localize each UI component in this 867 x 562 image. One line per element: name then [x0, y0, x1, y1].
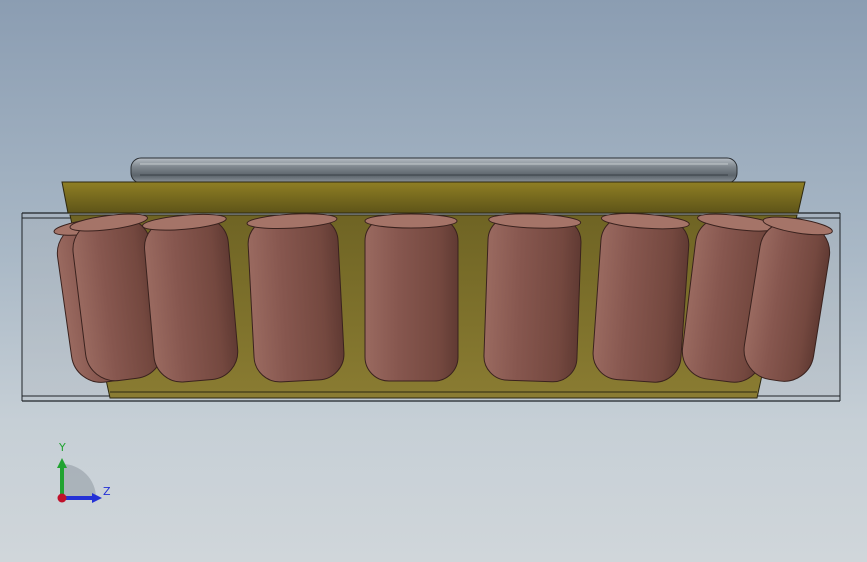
roller[interactable] [142, 212, 240, 385]
roller[interactable] [590, 211, 690, 384]
y-axis-label: Y [59, 441, 66, 454]
roller[interactable] [483, 212, 582, 383]
triad-origin [57, 493, 67, 503]
y-axis-arrowhead [57, 458, 67, 468]
inner-race[interactable] [130, 157, 738, 184]
z-axis-label: Z [103, 485, 111, 498]
roller[interactable] [246, 212, 346, 383]
roller-set[interactable] [53, 211, 834, 386]
graphics-viewport[interactable]: Y Z [0, 0, 867, 562]
roller[interactable] [364, 213, 459, 382]
view-orientation-triad [57, 458, 102, 503]
bearing-model[interactable] [0, 0, 867, 562]
z-axis-arrowhead [92, 493, 102, 503]
